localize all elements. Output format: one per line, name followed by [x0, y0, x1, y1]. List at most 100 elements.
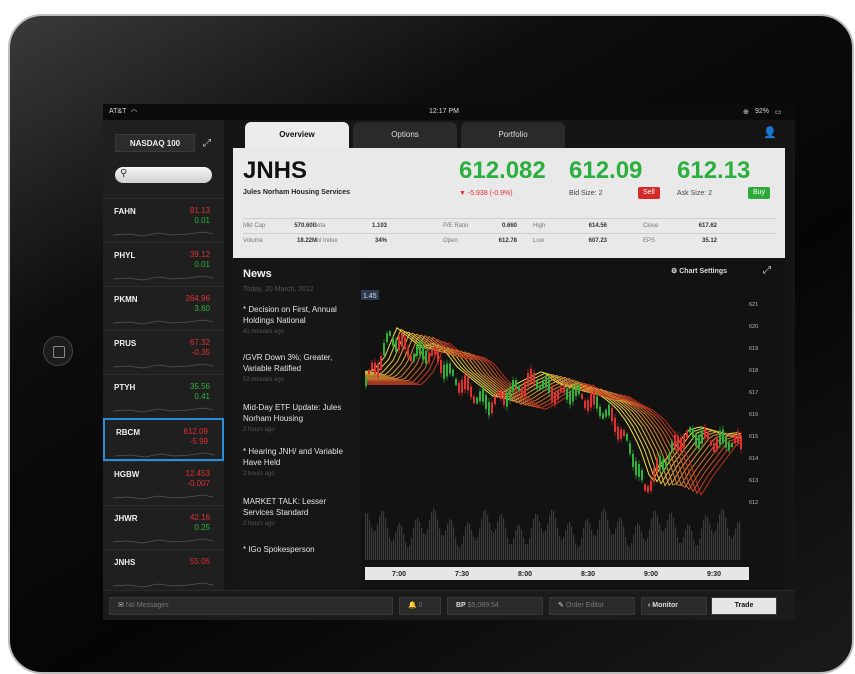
candle — [605, 409, 607, 417]
candle — [590, 393, 592, 408]
volume-bar — [555, 517, 557, 560]
volume-bar — [391, 541, 393, 560]
volume-bar — [647, 537, 649, 560]
volume-bar — [399, 522, 401, 560]
volume-bar — [615, 528, 617, 560]
home-button[interactable] — [43, 336, 73, 366]
stat-value: 614.56 — [588, 223, 607, 229]
candle — [563, 384, 565, 393]
tab-options[interactable]: Options — [353, 122, 457, 148]
sell-button[interactable]: Sell — [638, 187, 660, 199]
candle — [536, 380, 538, 390]
watchlist-row[interactable]: HGBW 12.453 -0.007 — [103, 461, 224, 505]
volume-bar — [493, 532, 495, 560]
volume-bar — [525, 543, 527, 560]
moving-average-line — [365, 331, 742, 485]
news-time: 2 hours ago — [243, 471, 275, 477]
volume-bar — [475, 539, 477, 560]
watchlist-row[interactable]: JHWR 42.16 0.25 — [103, 505, 224, 549]
order-editor-button[interactable]: ✎ Order Editor — [549, 597, 635, 615]
volume-bar — [527, 544, 529, 560]
volume-bar — [495, 529, 497, 560]
watchlist-price: 81.13 — [189, 206, 210, 215]
candle — [506, 393, 508, 407]
volume-bar — [505, 527, 507, 560]
watchlist-row[interactable]: JNHS 55.05 — [103, 549, 224, 593]
candle — [668, 454, 670, 460]
news-item[interactable]: Mid-Day ETF Update: Jules Norham Housing… — [243, 402, 358, 436]
candle — [443, 364, 445, 379]
candle — [602, 413, 604, 419]
news-item[interactable]: * Hearing JNH/ and Variable Have Held 2 h… — [243, 446, 358, 480]
news-item[interactable]: MARKET TALK: Lesser Services Standard 2 h… — [243, 496, 358, 530]
stat-label: Mkt Cap — [243, 223, 266, 229]
volume-bar — [387, 528, 389, 560]
watchlist-row[interactable]: PTYH 35.56 0.41 — [103, 374, 224, 418]
candle — [413, 353, 415, 362]
volume-bar — [483, 510, 485, 560]
x-tick-label: 7:00 — [392, 571, 406, 578]
candle — [488, 401, 490, 416]
stat-label: Volume — [243, 238, 264, 244]
watchlist-row[interactable]: RBCM 612.09 -5.99 — [103, 418, 224, 461]
volume-bar — [489, 522, 491, 560]
volume-bar — [547, 523, 549, 560]
volume-bar — [705, 514, 707, 560]
news-item[interactable]: /GVR Down 3%; Greater, Variable Ratified… — [243, 352, 358, 386]
candle — [449, 363, 451, 374]
x-tick-label: 8:30 — [581, 571, 595, 578]
buy-button[interactable]: Buy — [748, 187, 771, 199]
candle — [599, 406, 601, 417]
messages-label: No Messages — [125, 602, 169, 609]
volume-bar — [517, 524, 519, 560]
candle — [632, 453, 634, 467]
alerts-button[interactable]: 🔔 0 — [399, 597, 441, 615]
sparkline — [113, 363, 213, 369]
candle — [431, 349, 433, 356]
news-item[interactable]: * IGo Spokesperson — [243, 544, 358, 556]
expand-icon[interactable]: ⤢ — [203, 138, 211, 149]
candle — [461, 379, 463, 393]
tab-portfolio[interactable]: Portfolio — [461, 122, 565, 148]
messages-field[interactable]: ✉ No Messages — [109, 597, 393, 615]
sparkline — [113, 231, 213, 237]
battery-icon: ▭ — [775, 109, 782, 116]
watchlist-row[interactable]: PHYL 39.12 0.01 — [103, 242, 224, 286]
sparkline — [113, 582, 213, 588]
watchlist-symbol: RBCM — [116, 428, 140, 437]
candle — [368, 369, 370, 375]
volume-bar — [661, 530, 663, 560]
volume-bar — [663, 531, 665, 560]
monitor-button[interactable]: ‹ Monitor — [641, 597, 707, 615]
watchlist-price: 612.09 — [183, 427, 208, 436]
candle — [377, 363, 379, 378]
quote-stats: Mkt Cap 570.60B Beta 1.103 P/E Ratio 0.660 Hig… — [243, 218, 777, 248]
x-axis-strip — [365, 567, 749, 580]
buying-power-field[interactable]: BP $5,089.54 — [447, 597, 543, 615]
x-tick-label: 9:00 — [644, 571, 658, 578]
price-chart[interactable]: ⚙ Chart Settings ⤢ 1.45 621 620 619 618 617 61… — [361, 260, 785, 590]
y-tick-label: 613 — [749, 478, 758, 484]
watchlist-change: -5.99 — [189, 437, 208, 446]
watchlist-row[interactable]: PKMN 264.96 3.60 — [103, 286, 224, 330]
volume-bar — [715, 530, 717, 560]
carrier-label: AT&T — [109, 108, 127, 115]
trade-button[interactable]: Trade — [711, 597, 777, 615]
watchlist-row[interactable]: PRUS 67.32 -0.35 — [103, 330, 224, 374]
volume-bar — [535, 513, 537, 560]
ask-size: Ask Size: 2 — [677, 190, 713, 197]
news-headline: * IGo Spokesperson — [243, 545, 315, 554]
stat-value: 0.660 — [501, 223, 517, 229]
news-headline: MARKET TALK: Lesser Services Standard — [243, 497, 327, 517]
volume-bar — [471, 529, 473, 560]
watchlist-row[interactable]: FAHN 81.13 0.01 — [103, 198, 224, 242]
candle — [641, 470, 643, 481]
add-person-icon[interactable]: 👤 — [763, 126, 777, 139]
stat-value: 607.23 — [588, 238, 607, 244]
market-select-button[interactable]: NASDAQ 100 — [115, 134, 195, 152]
volume-bar — [481, 518, 483, 560]
volume-bar — [377, 524, 379, 560]
tab-overview[interactable]: Overview — [245, 122, 349, 148]
news-item[interactable]: * Decision on First, Annual Holdings Nat… — [243, 304, 358, 338]
search-input[interactable]: ⚲ — [115, 167, 212, 183]
